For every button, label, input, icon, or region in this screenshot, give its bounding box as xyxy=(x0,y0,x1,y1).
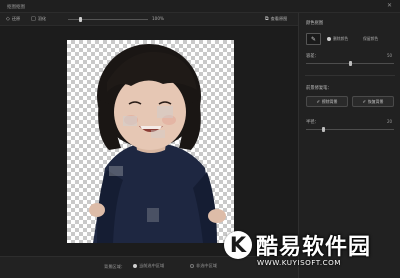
tolerance-slider[interactable] xyxy=(306,61,394,66)
window-title: 抠图抠图 xyxy=(7,5,25,10)
close-icon[interactable]: ✕ xyxy=(387,2,392,9)
brush-size-label: 半径： xyxy=(306,120,319,125)
brush-section-label: 前景修复笔： xyxy=(306,86,332,91)
image-compare-icon: ⧉ xyxy=(265,16,269,22)
feather-label: 羽化 xyxy=(37,16,47,21)
radio-on-icon xyxy=(133,264,137,268)
brush-icon: ✐ xyxy=(362,99,366,104)
site-watermark: K 酷易软件园 WWW.KUYISOFT.COM xyxy=(224,228,400,278)
erase-background-button[interactable]: ✐ 擦除背景 xyxy=(306,96,348,107)
color-pick-label: 颜色抠图 xyxy=(306,21,324,26)
restore-background-button[interactable]: ✐ 恢复背景 xyxy=(352,96,394,107)
toolbar: ◇ 还原 □ 羽化 100% ⧉ 查看原图 xyxy=(0,13,298,26)
brush-size-value: 20 xyxy=(387,119,393,124)
brush-icon: ✐ xyxy=(316,99,320,104)
tolerance-slider-knob[interactable] xyxy=(348,61,352,66)
eyedropper-icon: ✎ xyxy=(310,35,317,43)
preview-original-button[interactable]: ⧉ 查看原图 xyxy=(265,16,287,22)
logo-k-icon: K xyxy=(224,231,252,259)
delete-color-option[interactable]: 删除颜色 xyxy=(327,36,348,42)
restore-label: 还原 xyxy=(11,16,21,21)
watermark-text: 酷易软件园 xyxy=(256,235,372,260)
preview-label: 查看原图 xyxy=(270,16,288,21)
tolerance-label: 容差： xyxy=(306,54,319,59)
radio-selected-region[interactable]: 当前选中区域 xyxy=(133,263,164,269)
restore-icon: ◇ xyxy=(6,16,10,22)
tolerance-value: 50 xyxy=(387,53,393,58)
feather-button[interactable]: □ 羽化 xyxy=(31,16,46,22)
cutout-photo[interactable] xyxy=(67,40,234,243)
restore-background-label: 恢复背景 xyxy=(367,98,384,104)
radio-on-icon xyxy=(327,37,331,41)
background-region-label: 背景区域： xyxy=(104,264,125,269)
divider xyxy=(305,75,395,76)
radio-off-icon xyxy=(190,264,194,268)
keep-color-option[interactable]: 保留颜色 xyxy=(363,36,378,42)
color-picker-button[interactable]: ✎ xyxy=(306,33,321,45)
zoom-value: 100% xyxy=(152,16,164,21)
zoom-slider-knob[interactable] xyxy=(79,17,83,22)
zoom-slider[interactable] xyxy=(68,17,148,22)
title-bar: 抠图抠图 ✕ xyxy=(0,0,400,13)
delete-color-label: 删除颜色 xyxy=(333,36,349,41)
radio-selected-label: 当前选中区域 xyxy=(139,263,165,268)
radio-other-label: 非选中区域 xyxy=(196,263,217,268)
erase-background-label: 擦除背景 xyxy=(321,98,338,104)
watermark-url: WWW.KUYISOFT.COM xyxy=(257,258,341,267)
restore-button[interactable]: ◇ 还原 xyxy=(6,16,20,22)
feather-icon: □ xyxy=(31,16,36,22)
brush-size-slider-knob[interactable] xyxy=(322,127,326,132)
radio-other-region[interactable]: 非选中区域 xyxy=(190,263,217,269)
keep-color-label: 保留颜色 xyxy=(363,36,379,41)
brush-size-slider[interactable] xyxy=(306,127,394,132)
